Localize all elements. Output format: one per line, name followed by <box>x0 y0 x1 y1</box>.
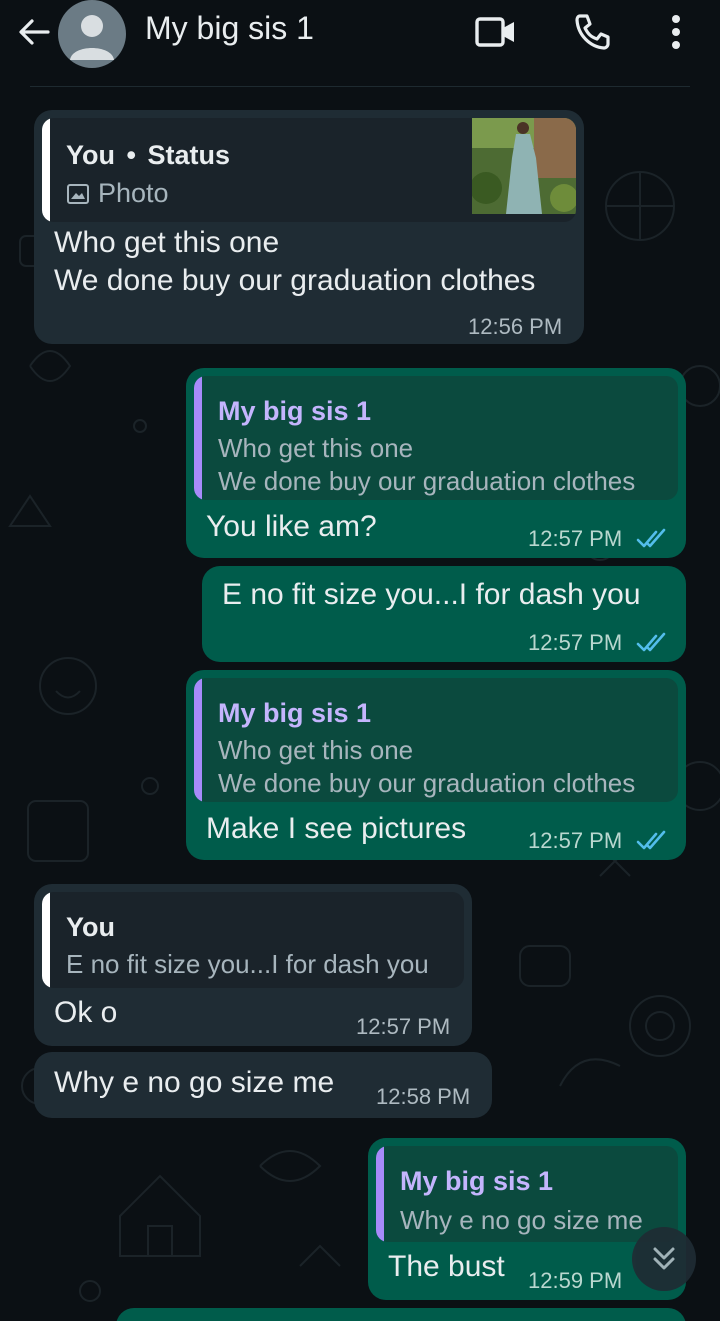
double-check-icon <box>636 632 666 652</box>
quote-bar <box>194 376 202 500</box>
message-time: 12:57 PM <box>528 828 623 853</box>
video-call-icon <box>475 17 514 47</box>
message-text: The bust <box>388 1250 505 1283</box>
quote-author: My big sis 1 <box>218 396 372 426</box>
contact-name[interactable]: My big sis 1 <box>145 10 314 47</box>
quote-bar <box>42 892 50 988</box>
avatar[interactable] <box>58 0 126 68</box>
quote-media-label: Photo <box>66 178 169 209</box>
quote-text: Who get this one We done buy our graduat… <box>218 735 636 798</box>
message-time: 12:57 PM <box>356 1014 451 1039</box>
quote-text: Why e no go size me <box>400 1205 643 1235</box>
quote-text: E no fit size you...I for dash you <box>66 949 429 979</box>
message-time: 12:56 PM <box>468 314 563 339</box>
phone-icon <box>575 14 610 50</box>
quote-bar <box>194 678 202 802</box>
double-check-icon <box>636 528 666 548</box>
message-time: 12:59 PM <box>528 1268 623 1293</box>
scroll-to-bottom-button[interactable] <box>632 1227 696 1291</box>
more-vert-icon <box>672 15 680 49</box>
reply-preview[interactable]: My big sis 1 Who get this one We done bu… <box>194 678 678 802</box>
double-check-icon <box>636 830 666 850</box>
reply-preview[interactable]: You E no fit size you...I for dash you <box>42 892 464 988</box>
message-bubble-outgoing[interactable]: My big sis 1 Who get this one We done bu… <box>186 368 686 558</box>
message-bubble-incoming[interactable]: You E no fit size you...I for dash you O… <box>34 884 472 1046</box>
more-options-button[interactable] <box>652 10 700 54</box>
message-text: E no fit size you...I for dash you <box>222 578 641 611</box>
chat-header: My big sis 1 <box>0 0 720 86</box>
video-call-button[interactable] <box>472 10 520 54</box>
image-icon <box>67 183 89 204</box>
message-time: 12:58 PM <box>376 1084 471 1109</box>
message-time: 12:57 PM <box>528 630 623 655</box>
quote-author: My big sis 1 <box>218 698 372 728</box>
message-text: You like am? <box>206 510 377 543</box>
quote-bar <box>42 118 50 222</box>
quote-bar <box>376 1146 384 1242</box>
reply-preview[interactable]: My big sis 1 Why e no go size me <box>376 1146 678 1242</box>
message-text: Make I see pictures <box>206 812 467 845</box>
quote-author: You <box>66 912 115 942</box>
back-arrow-icon <box>19 19 50 45</box>
message-bubble-outgoing-partial[interactable] <box>116 1308 686 1321</box>
back-button[interactable] <box>12 10 56 54</box>
status-reply-preview[interactable]: You • Status Photo <box>42 118 576 222</box>
message-text: Ok o <box>54 996 118 1029</box>
message-time: 12:57 PM <box>528 526 623 551</box>
message-bubble-incoming[interactable]: Why e no go size me 12:58 PM <box>34 1052 492 1118</box>
message-bubble-outgoing[interactable]: E no fit size you...I for dash you 12:57… <box>202 566 686 662</box>
status-thumbnail[interactable] <box>472 118 576 214</box>
message-text: Who get this one We done buy our graduat… <box>54 226 536 297</box>
quote-text: Who get this one We done buy our graduat… <box>218 433 636 496</box>
voice-call-button[interactable] <box>568 10 616 54</box>
scroll-down-icon <box>653 1247 675 1270</box>
message-bubble-incoming[interactable]: You • Status Photo Who get this one We d… <box>34 110 584 344</box>
message-text: Why e no go size me <box>54 1066 335 1099</box>
avatar-placeholder <box>70 15 114 60</box>
quote-author: My big sis 1 <box>400 1166 554 1196</box>
chat-area[interactable]: You • Status Photo Who get this one We d… <box>0 86 720 1321</box>
message-bubble-outgoing[interactable]: My big sis 1 Who get this one We done bu… <box>186 670 686 860</box>
quote-author: You • Status <box>66 140 231 170</box>
reply-preview[interactable]: My big sis 1 Who get this one We done bu… <box>194 376 678 500</box>
